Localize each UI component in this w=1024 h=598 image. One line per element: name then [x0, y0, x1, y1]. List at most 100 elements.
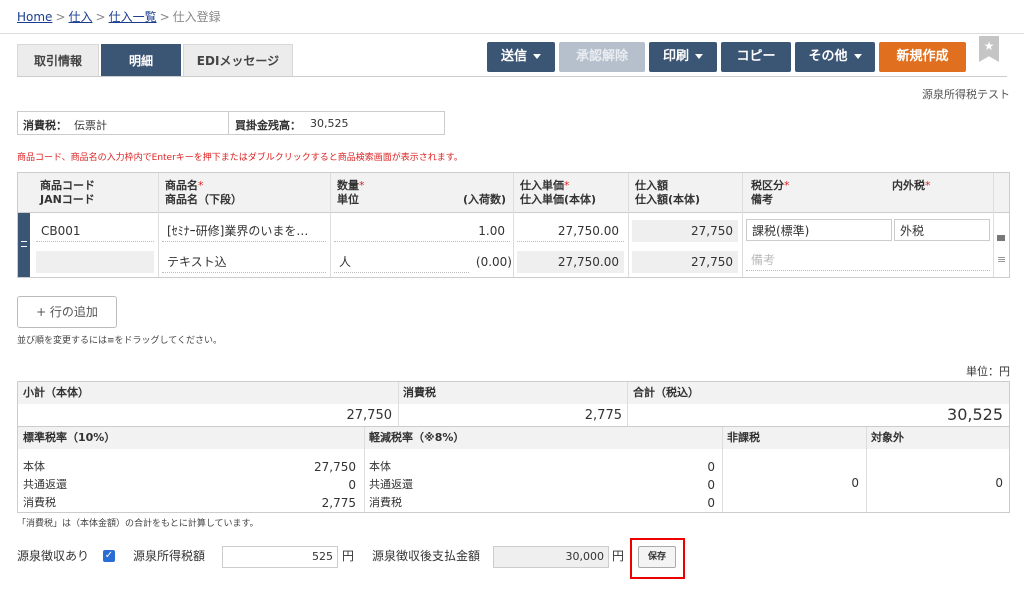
save-button[interactable]: 保存	[638, 546, 676, 568]
col-remarks-label: 備考	[751, 193, 773, 206]
exempt-value: 0	[995, 476, 1003, 490]
std-tax-label: 消費税	[23, 496, 56, 509]
withholding-amount-input[interactable]: 525	[222, 546, 338, 568]
reduced-rate-label: 軽減税率（※8%）	[369, 431, 465, 444]
col-price-net-label: 仕入単価(本体)	[520, 193, 597, 206]
breadcrumb-current: 仕入登録	[172, 10, 221, 24]
subtotal-value: 27,750	[346, 408, 393, 423]
copy-button[interactable]: コピー	[721, 42, 791, 72]
tax-type-select[interactable]: 外税	[894, 219, 990, 241]
row-menu-icon[interactable]	[997, 235, 1005, 241]
withholding-label: 源泉徴収あり	[17, 549, 90, 563]
jan-code-field	[36, 251, 154, 273]
breadcrumb-separator: >	[55, 10, 66, 24]
unapprove-button[interactable]: 承認解除	[559, 42, 645, 72]
detail-grid: 商品コード JANコード 商品名* 商品名（下段） 数量* 単位 (入荷数) 仕入単価…	[17, 172, 1010, 278]
list-icon[interactable]: ≡	[997, 253, 1006, 266]
std-refund-label: 共通返還	[23, 478, 67, 491]
quantity-input[interactable]: 1.00	[334, 220, 510, 242]
breadcrumb-separator: >	[159, 10, 170, 24]
std-row-labels: 本体 共通返還 消費税	[23, 458, 67, 512]
product-code-input[interactable]: CB001	[36, 220, 154, 242]
drag-handle-icon[interactable]	[18, 213, 30, 277]
breadcrumb: Home > 仕入 > 仕入一覧 > 仕入登録	[17, 8, 221, 25]
tab-transaction-info[interactable]: 取引情報	[17, 44, 99, 76]
std-refund-value: 0	[348, 478, 356, 492]
col-qty: 数量* 単位	[337, 179, 365, 207]
col-amount: 仕入額 仕入額(本体)	[635, 179, 700, 207]
col-name: 商品名* 商品名（下段）	[165, 179, 242, 207]
std-body-label: 本体	[23, 460, 45, 473]
header-divider	[0, 33, 1024, 34]
divider	[993, 173, 994, 277]
std-body-value: 27,750	[314, 460, 356, 474]
add-row-button[interactable]: + 行の追加	[17, 296, 117, 328]
amount-net-value: 27,750	[632, 251, 738, 273]
tab-details[interactable]: 明細	[101, 44, 181, 76]
std-rate-label: 標準税率（10%）	[23, 431, 116, 444]
divider	[722, 427, 723, 512]
drag-note: 並び順を変更するには≡をドラッグしてください。	[17, 336, 223, 346]
withholding-amount-label: 源泉所得税額	[133, 549, 206, 563]
product-name2-input[interactable]: テキスト込	[162, 251, 326, 273]
std-tax-value: 2,775	[321, 496, 356, 510]
breadcrumb-separator: >	[95, 10, 106, 24]
remarks-input[interactable]: 備考	[746, 249, 990, 271]
tax-label: 消費税：	[23, 119, 67, 132]
after-withholding-label: 源泉徴収後支払金額	[372, 549, 481, 563]
search-hint: 商品コード、商品名の入力枠内でEnterキーを押下またはダブルクリックすると商品…	[17, 153, 463, 163]
required-mark: *	[359, 179, 365, 192]
col-tax-class-label: 税区分	[751, 179, 784, 192]
in-count-value: (0.00)	[475, 255, 512, 269]
col-qty-label: 数量	[337, 179, 359, 192]
nontax-value: 0	[851, 476, 859, 490]
divider	[513, 173, 514, 277]
print-button[interactable]: 印刷	[649, 42, 717, 72]
yen-unit: 円	[342, 549, 355, 563]
withholding-checkbox[interactable]: ✓	[103, 550, 115, 562]
tax-balance-info: 消費税： 伝票計 買掛金残高： 30,525	[17, 111, 445, 135]
reduced-row-labels: 本体 共通返還 消費税	[369, 458, 413, 512]
product-name-input[interactable]: [ｾﾐﾅｰ研修]業界のいまを…	[162, 220, 326, 242]
col-amount-label: 仕入額	[635, 179, 668, 192]
print-label: 印刷	[662, 49, 689, 64]
std-values: 27,750 0 2,775	[218, 458, 356, 512]
required-mark: *	[925, 179, 931, 192]
other-button[interactable]: その他	[795, 42, 875, 72]
total-label: 合計（税込）	[633, 386, 699, 399]
tax-value: 伝票計	[74, 119, 107, 132]
col-amount-net-label: 仕入額(本体)	[635, 193, 701, 206]
other-label: その他	[808, 49, 848, 64]
red-tax-value: 0	[707, 496, 715, 510]
tab-edi-message[interactable]: EDIメッセージ	[183, 44, 293, 76]
divider	[742, 173, 743, 277]
col-tax-type-label: 内外税	[892, 179, 925, 192]
col-unit-label: 単位	[337, 193, 359, 206]
chevron-down-icon	[533, 54, 541, 59]
new-button[interactable]: 新規作成	[879, 42, 966, 72]
col-tax-type: 内外税*	[892, 179, 931, 193]
divider	[228, 112, 229, 134]
unit-price-input[interactable]: 27,750.00	[517, 220, 624, 242]
breadcrumb-purchase-list[interactable]: 仕入一覧	[109, 10, 157, 24]
unit-price-net-value: 27,750.00	[517, 251, 624, 273]
col-jan-label: JANコード	[40, 193, 95, 206]
reduced-values: 0 0 0	[578, 458, 715, 512]
tab-underline	[17, 76, 1007, 77]
tax-class-select[interactable]: 課税(標準)	[746, 219, 892, 241]
breadcrumb-purchase[interactable]: 仕入	[69, 10, 93, 24]
balance-label: 買掛金残高：	[235, 119, 301, 132]
breadcrumb-home[interactable]: Home	[17, 10, 52, 24]
red-refund-label: 共通返還	[369, 478, 413, 491]
tax-calc-note: 「消費税」は（本体金額）の合計をもとに計算しています。	[17, 519, 259, 529]
yen-unit: 円	[612, 549, 625, 563]
col-name2-label: 商品名（下段）	[165, 193, 242, 206]
divider	[330, 173, 331, 277]
after-withholding-value: 30,000	[493, 546, 609, 568]
unit-input[interactable]: 人	[334, 251, 469, 273]
send-button[interactable]: 送信	[487, 42, 555, 72]
page-subtitle: 源泉所得税テスト	[922, 88, 1010, 101]
bookmark-star-icon[interactable]: ★	[979, 36, 999, 62]
divider	[628, 173, 629, 277]
red-body-label: 本体	[369, 460, 391, 473]
